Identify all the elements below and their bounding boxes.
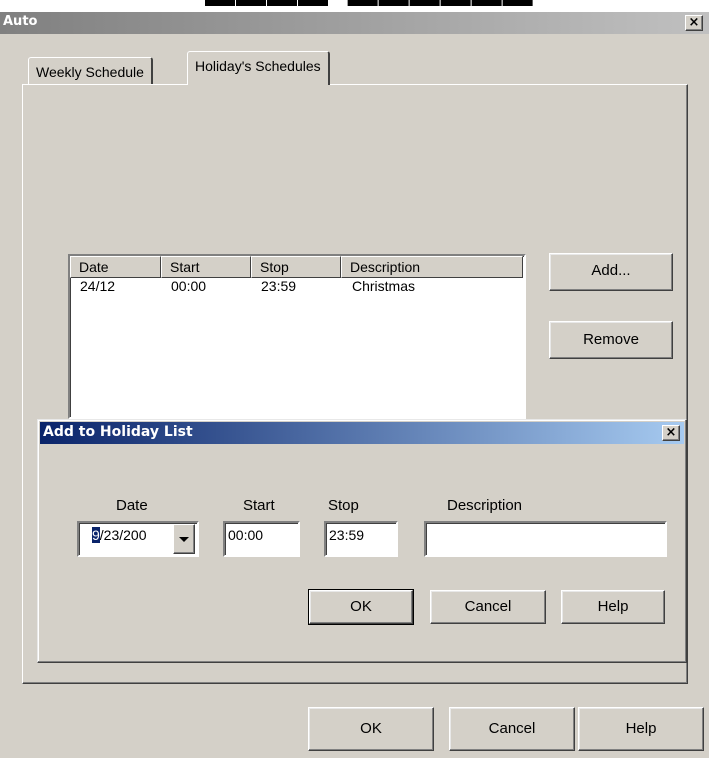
tab-label: Weekly Schedule — [36, 64, 144, 80]
column-header-date[interactable]: Date — [70, 256, 161, 278]
chevron-down-icon — [179, 537, 189, 542]
date-dropdown-button[interactable] — [173, 524, 195, 554]
tab-holidays-schedules[interactable]: Holiday's Schedules — [187, 51, 330, 85]
start-time-field[interactable]: 00:00 — [223, 521, 300, 557]
date-label: Date — [116, 497, 148, 514]
outer-cancel-button[interactable]: Cancel — [449, 707, 575, 751]
inner-help-button[interactable]: Help — [561, 590, 665, 624]
schedule-dialog-titlebar[interactable]: Auto — [0, 12, 709, 34]
column-header-description[interactable]: Description — [341, 256, 523, 278]
outer-close-button[interactable]: × — [685, 15, 703, 31]
cropped-caption-glyphs: ▬▬▬▬ ▬▬▬▬▬▬ — [205, 0, 534, 12]
tab-label: Holiday's Schedules — [195, 58, 321, 74]
add-holiday-dialog-title: Add to Holiday List — [43, 424, 193, 440]
add-holiday-dialog-titlebar[interactable]: Add to Holiday List — [40, 422, 684, 444]
inner-close-button[interactable]: × — [662, 425, 680, 441]
description-field[interactable] — [424, 521, 667, 557]
close-icon: × — [688, 15, 700, 30]
outer-ok-button[interactable]: OK — [308, 707, 434, 751]
column-header-stop[interactable]: Stop — [251, 256, 341, 278]
date-picker[interactable]: 9/23/200 — [77, 521, 199, 557]
description-label: Description — [447, 497, 523, 514]
start-label: Start — [243, 497, 275, 514]
cell-stop: 23:59 — [261, 278, 297, 294]
inner-cancel-button[interactable]: Cancel — [430, 590, 546, 624]
stop-time-field[interactable]: 23:59 — [324, 521, 398, 557]
schedule-dialog-title: Auto — [3, 14, 38, 29]
date-value: 9/23/200 — [92, 527, 147, 543]
cropped-caption-strip: ▬▬▬▬ ▬▬▬▬▬▬ — [0, 0, 709, 12]
cell-date: 24/12 — [80, 278, 116, 294]
cell-description: Christmas — [352, 278, 416, 294]
remove-button[interactable]: Remove — [549, 321, 673, 359]
holiday-list[interactable]: Date Start Stop Description 24/12 00:00 … — [68, 254, 526, 419]
inner-ok-button[interactable]: OK — [308, 589, 414, 625]
add-button[interactable]: Add... — [549, 253, 673, 291]
date-value-rest: /23/200 — [99, 527, 147, 543]
date-value-selected: 9 — [92, 527, 100, 543]
outer-help-button[interactable]: Help — [578, 707, 704, 751]
close-icon: × — [665, 425, 677, 440]
tab-weekly-schedule[interactable]: Weekly Schedule — [28, 57, 153, 85]
column-header-start[interactable]: Start — [161, 256, 251, 278]
stop-label: Stop — [328, 497, 359, 514]
cell-start: 00:00 — [171, 278, 207, 294]
